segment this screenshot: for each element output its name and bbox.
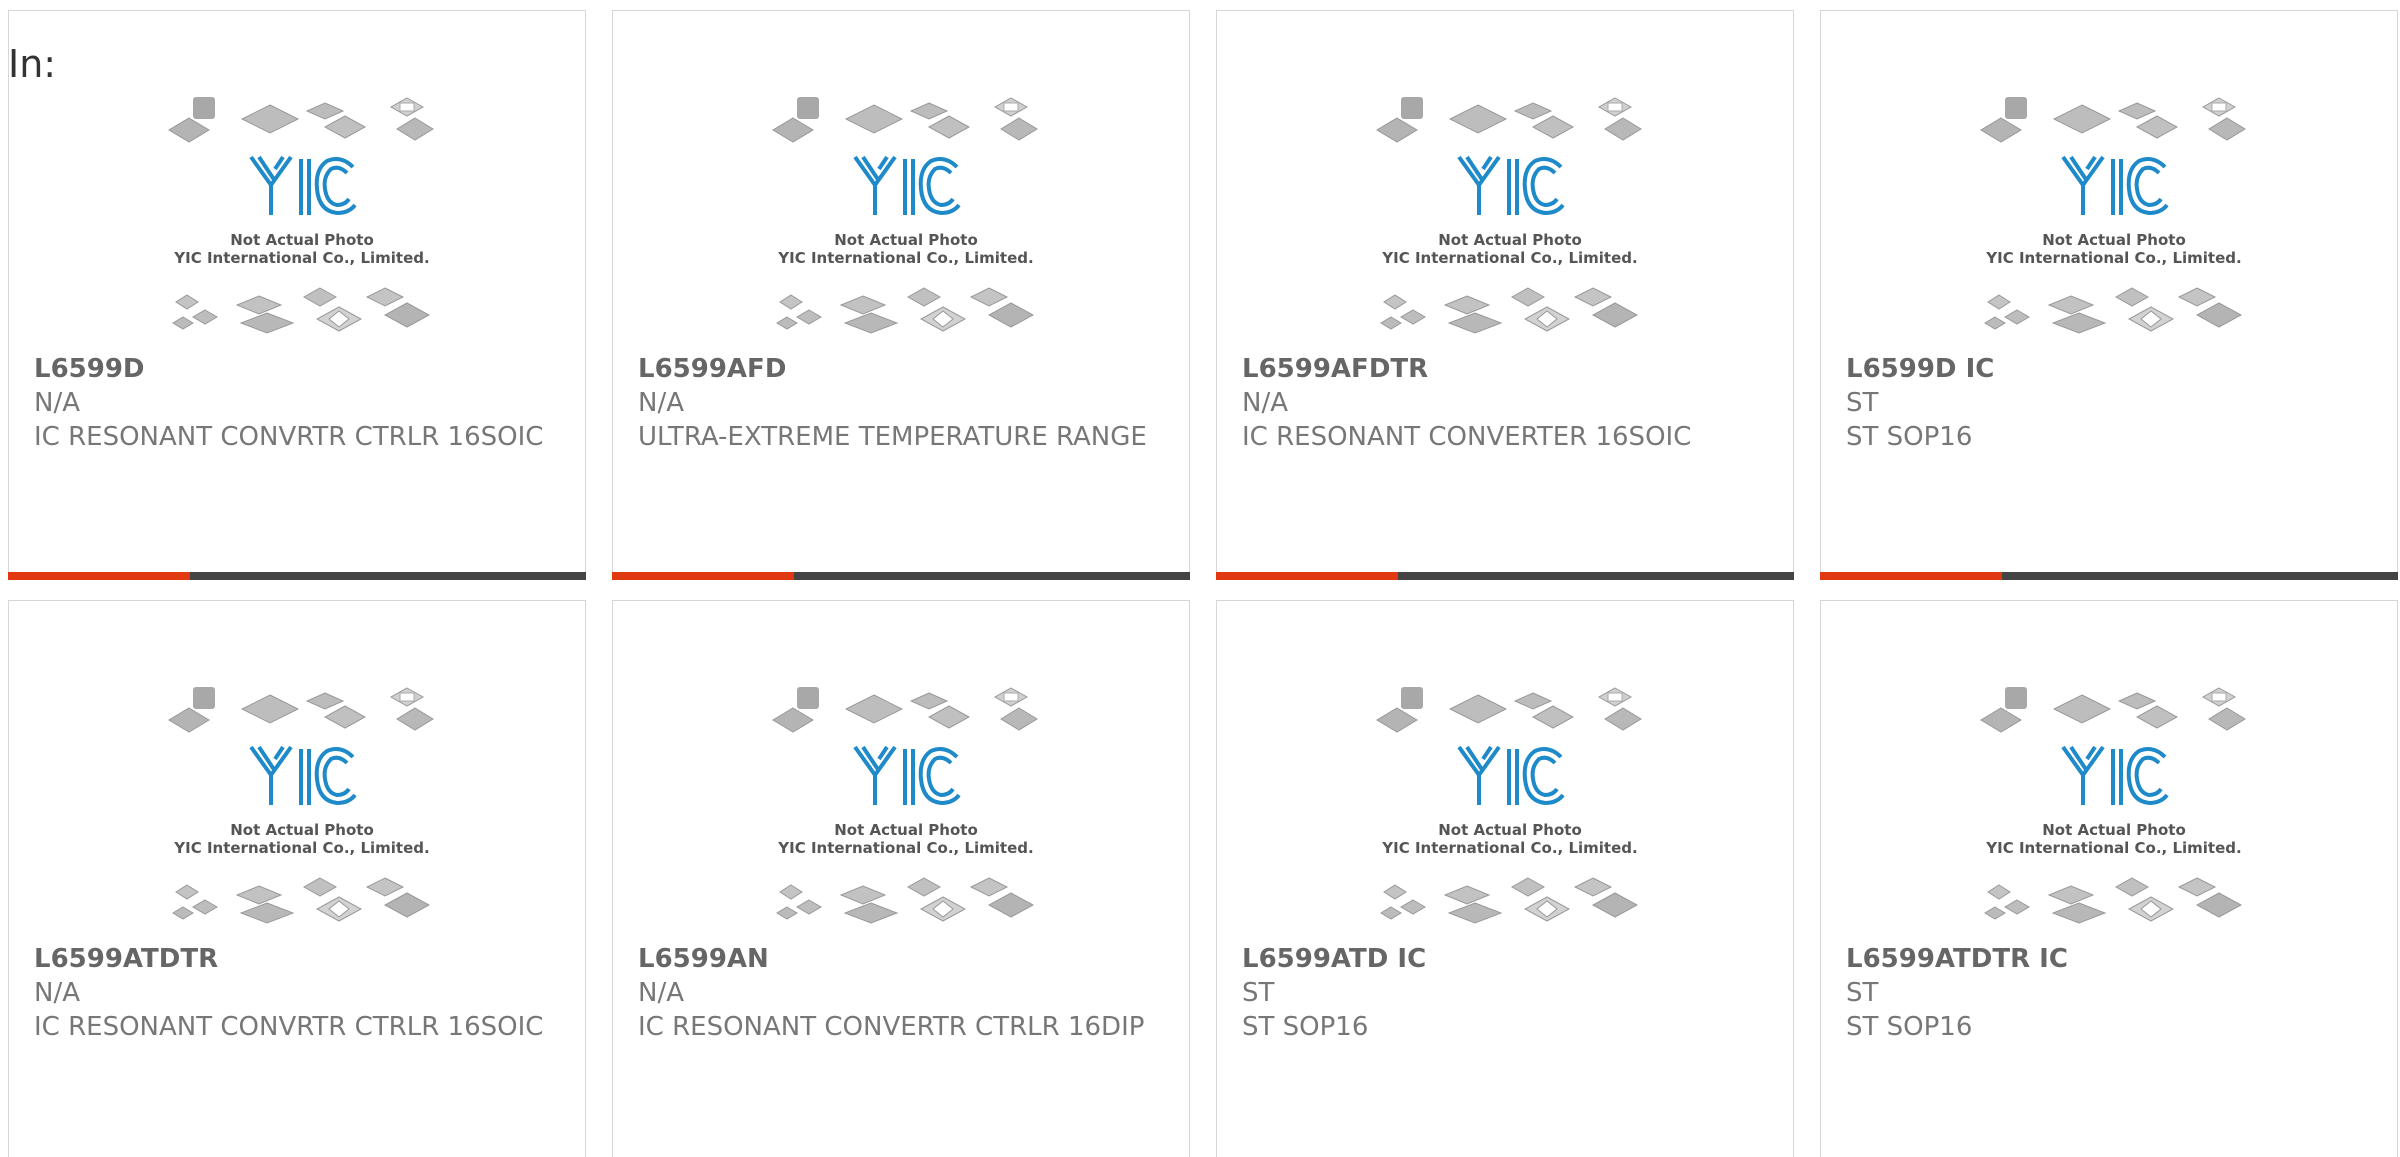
chip-square-icon: [193, 97, 215, 119]
svg-text:YIC International Co., Limited: YIC International Co., Limited.: [173, 839, 429, 857]
yic-logo-icon: [2061, 745, 2169, 806]
svg-text:Not Actual Photo: Not Actual Photo: [834, 821, 978, 839]
yic-logo-icon: [853, 155, 961, 216]
svg-text:Not Actual Photo: Not Actual Photo: [230, 821, 374, 839]
product-part-number[interactable]: L6599D IC: [1846, 352, 2377, 386]
product-card[interactable]: Not Actual Photo YIC International Co., L…: [612, 600, 1190, 1157]
svg-text:Not Actual Photo: Not Actual Photo: [1438, 821, 1582, 839]
product-grid: Not Actual Photo YIC International Co., L…: [8, 10, 2400, 1157]
product-description: IC RESONANT CONVERTER 16SOIC: [1242, 422, 1692, 452]
svg-text:YIC International Co., Limited: YIC International Co., Limited.: [1985, 249, 2241, 267]
placeholder-photo: Not Actual Photo YIC International Co., L…: [771, 687, 1041, 943]
svg-text:Not Actual Photo: Not Actual Photo: [834, 231, 978, 249]
chip-square-icon: [1401, 97, 1423, 119]
yic-logo-icon: [249, 155, 357, 216]
product-manufacturer: N/A: [34, 978, 80, 1008]
card-bottom-bar: [612, 572, 1190, 580]
card-accent-bar: [1216, 572, 1398, 580]
product-description: ST SOP16: [1242, 1012, 1369, 1042]
product-manufacturer: N/A: [638, 388, 684, 418]
product-info: L6599AFD N/A ULTRA-EXTREME TEMPERATURE R…: [638, 352, 1169, 454]
yic-logo-icon: [853, 745, 961, 806]
chip-square-icon: [1401, 687, 1423, 709]
prefix-label: In:: [8, 42, 57, 86]
product-part-number[interactable]: L6599ATD IC: [1242, 942, 1773, 976]
svg-text:Not Actual Photo: Not Actual Photo: [2042, 821, 2186, 839]
product-part-number[interactable]: L6599AFD: [638, 352, 1169, 386]
placeholder-photo: Not Actual Photo YIC International Co., L…: [1979, 97, 2249, 353]
svg-text:YIC International Co., Limited: YIC International Co., Limited.: [1381, 249, 1637, 267]
product-info: L6599D N/A IC RESONANT CONVRTR CTRLR 16S…: [34, 352, 565, 454]
chip-square-icon: [797, 97, 819, 119]
product-description: IC RESONANT CONVERTR CTRLR 16DIP: [638, 1012, 1145, 1042]
product-part-number[interactable]: L6599AN: [638, 942, 1169, 976]
yic-logo-icon: [1457, 745, 1565, 806]
product-info: L6599ATDTR IC ST ST SOP16: [1846, 942, 2377, 1044]
product-manufacturer: ST: [1242, 978, 1275, 1008]
product-manufacturer: ST: [1846, 388, 1879, 418]
product-info: L6599ATD IC ST ST SOP16: [1242, 942, 1773, 1044]
card-bottom-bar: [1216, 572, 1794, 580]
product-info: L6599D IC ST ST SOP16: [1846, 352, 2377, 454]
chip-square-icon: [2005, 687, 2027, 709]
product-card[interactable]: Not Actual Photo YIC International Co., L…: [612, 10, 1190, 580]
product-part-number[interactable]: L6599ATDTR: [34, 942, 565, 976]
svg-text:YIC International Co., Limited: YIC International Co., Limited.: [777, 839, 1033, 857]
placeholder-photo: Not Actual Photo YIC International Co., L…: [167, 687, 437, 943]
product-card[interactable]: Not Actual Photo YIC International Co., L…: [8, 10, 586, 580]
product-manufacturer: ST: [1846, 978, 1879, 1008]
card-accent-bar: [8, 572, 190, 580]
svg-text:Not Actual Photo: Not Actual Photo: [230, 231, 374, 249]
chip-square-icon: [2005, 97, 2027, 119]
placeholder-photo: Not Actual Photo YIC International Co., L…: [771, 97, 1041, 353]
svg-text:YIC International Co., Limited: YIC International Co., Limited.: [777, 249, 1033, 267]
product-manufacturer: N/A: [34, 388, 80, 418]
svg-text:Not Actual Photo: Not Actual Photo: [1438, 231, 1582, 249]
placeholder-photo: Not Actual Photo YIC International Co., L…: [1979, 687, 2249, 943]
product-card[interactable]: Not Actual Photo YIC International Co., L…: [8, 600, 586, 1157]
product-part-number[interactable]: L6599ATDTR IC: [1846, 942, 2377, 976]
product-card[interactable]: Not Actual Photo YIC International Co., L…: [1216, 600, 1794, 1157]
product-card[interactable]: Not Actual Photo YIC International Co., L…: [1820, 600, 2398, 1157]
placeholder-photo: Not Actual Photo YIC International Co., L…: [167, 97, 437, 353]
svg-text:Not Actual Photo: Not Actual Photo: [2042, 231, 2186, 249]
product-description: IC RESONANT CONVRTR CTRLR 16SOIC: [34, 422, 544, 452]
product-card[interactable]: Not Actual Photo YIC International Co., L…: [1216, 10, 1794, 580]
yic-logo-icon: [1457, 155, 1565, 216]
product-info: L6599AFDTR N/A IC RESONANT CONVERTER 16S…: [1242, 352, 1773, 454]
placeholder-photo: Not Actual Photo YIC International Co., L…: [1375, 97, 1645, 353]
svg-text:YIC International Co., Limited: YIC International Co., Limited.: [1381, 839, 1637, 857]
product-part-number[interactable]: L6599AFDTR: [1242, 352, 1773, 386]
svg-text:YIC International Co., Limited: YIC International Co., Limited.: [1985, 839, 2241, 857]
card-bottom-bar: [8, 572, 586, 580]
yic-logo-icon: [2061, 155, 2169, 216]
product-manufacturer: N/A: [638, 978, 684, 1008]
svg-text:YIC International Co., Limited: YIC International Co., Limited.: [173, 249, 429, 267]
product-description: IC RESONANT CONVRTR CTRLR 16SOIC: [34, 1012, 544, 1042]
card-bottom-bar: [1820, 572, 2398, 580]
product-part-number[interactable]: L6599D: [34, 352, 565, 386]
chip-square-icon: [797, 687, 819, 709]
product-description: ULTRA-EXTREME TEMPERATURE RANGE: [638, 422, 1147, 452]
card-accent-bar: [612, 572, 794, 580]
chip-square-icon: [193, 687, 215, 709]
yic-logo-icon: [249, 745, 357, 806]
product-info: L6599ATDTR N/A IC RESONANT CONVRTR CTRLR…: [34, 942, 565, 1044]
product-description: ST SOP16: [1846, 422, 1973, 452]
product-description: ST SOP16: [1846, 1012, 1973, 1042]
placeholder-photo: Not Actual Photo YIC International Co., L…: [1375, 687, 1645, 943]
card-accent-bar: [1820, 572, 2002, 580]
product-card[interactable]: Not Actual Photo YIC International Co., L…: [1820, 10, 2398, 580]
page: In: Not Actual Photo YIC International Co…: [0, 0, 2400, 1157]
product-info: L6599AN N/A IC RESONANT CONVERTR CTRLR 1…: [638, 942, 1169, 1044]
product-manufacturer: N/A: [1242, 388, 1288, 418]
